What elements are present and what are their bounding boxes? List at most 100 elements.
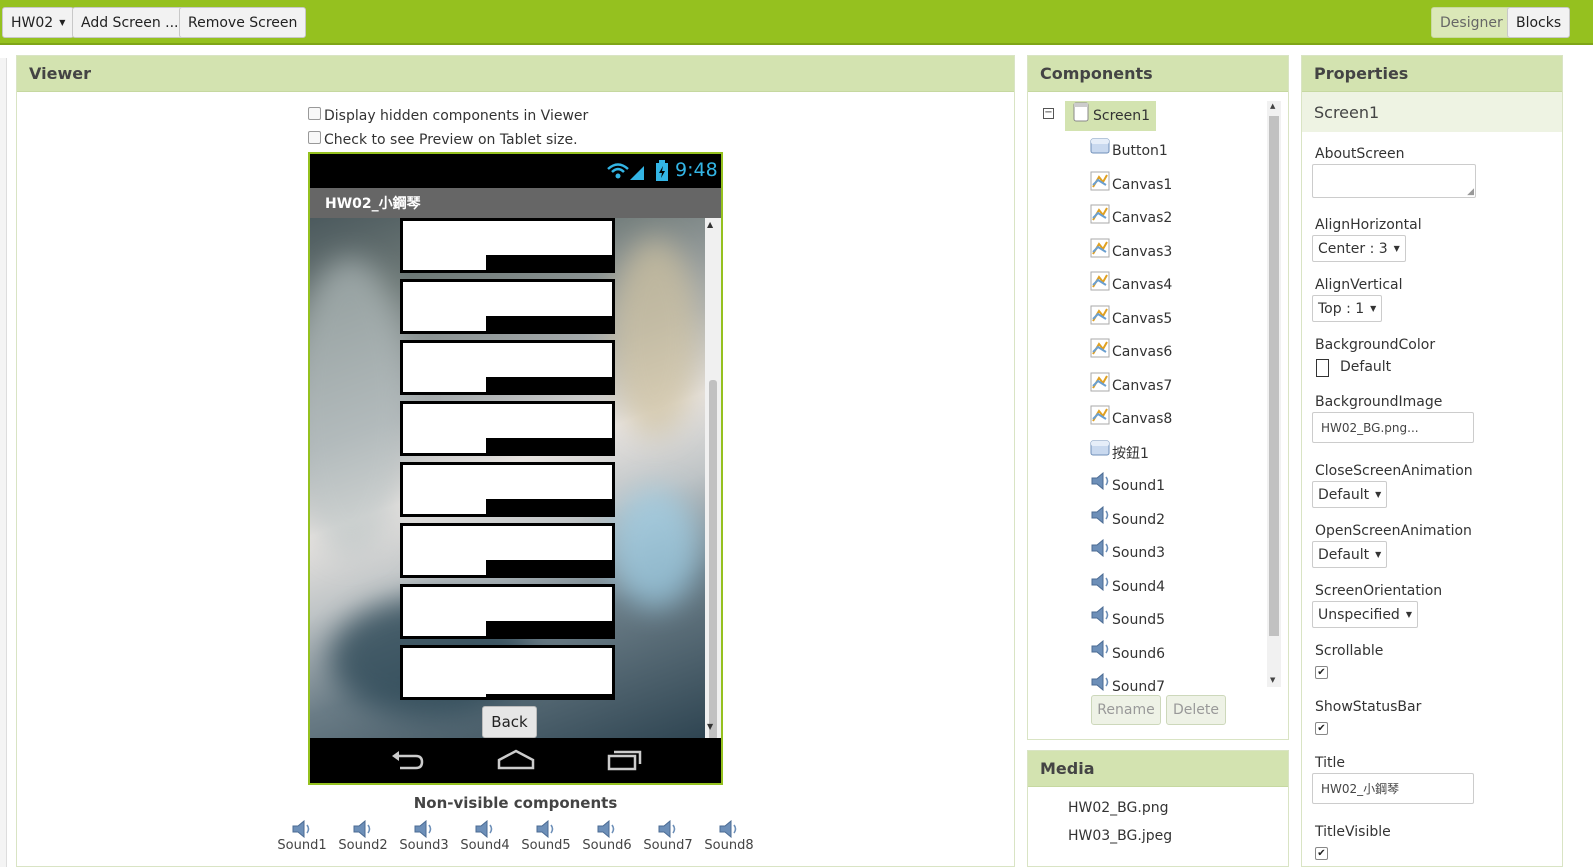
align-horizontal-value: Center : 3 (1318, 240, 1388, 257)
align-vertical-select[interactable]: Top : 1 ▼ (1312, 295, 1383, 322)
piano-key-canvas4[interactable] (400, 401, 615, 456)
open-animation-label: OpenScreenAnimation (1315, 523, 1472, 539)
rename-button[interactable]: Rename (1091, 695, 1161, 725)
nonvisible-sound5[interactable]: Sound5 (516, 820, 576, 853)
sound-icon (292, 820, 310, 838)
button-icon (1090, 439, 1110, 459)
close-animation-select[interactable]: Default ▼ (1312, 481, 1388, 508)
canvas-icon (1090, 305, 1110, 325)
remove-screen-button[interactable]: Remove Screen (179, 7, 307, 38)
screen-select-dropdown[interactable]: HW02 ▼ (2, 7, 75, 38)
screen-orientation-select[interactable]: Unspecified ▼ (1312, 601, 1418, 628)
tablet-preview-checkbox[interactable] (308, 130, 321, 144)
tree-item-canvas6[interactable]: Canvas6 (1090, 338, 1172, 363)
nonvisible-sound3[interactable]: Sound3 (394, 820, 454, 853)
tree-item-label: Sound1 (1112, 478, 1165, 494)
open-animation-select[interactable]: Default ▼ (1312, 541, 1388, 568)
phone-scroll-thumb[interactable] (709, 380, 717, 740)
background-image-field[interactable]: HW02_BG.png... (1312, 412, 1474, 443)
sound-icon (1090, 471, 1110, 492)
title-field[interactable]: HW02_小鋼琴 (1312, 773, 1474, 804)
battery-icon (656, 160, 668, 181)
nonvisible-sound6[interactable]: Sound6 (577, 820, 637, 853)
tree-item-label: Sound6 (1112, 645, 1165, 662)
tree-item-sound6[interactable]: Sound6 (1090, 639, 1165, 665)
canvas-icon (1090, 271, 1110, 291)
nonvisible-sound2[interactable]: Sound2 (333, 820, 393, 853)
tree-item-canvas7[interactable]: Canvas7 (1090, 372, 1173, 397)
title-visible-checkbox[interactable]: ✔ (1315, 847, 1328, 860)
hidden-components-checkbox[interactable] (308, 106, 321, 120)
tree-item-sound1[interactable]: Sound1 (1090, 471, 1165, 497)
background-color-value[interactable]: Default (1340, 359, 1391, 375)
tree-item-canvas8[interactable]: Canvas8 (1090, 405, 1172, 430)
piano-key-canvas6[interactable] (400, 523, 615, 578)
tree-item-label: Sound4 (1112, 578, 1165, 595)
caret-down-icon: ▼ (1375, 550, 1382, 559)
scroll-up-icon[interactable]: ▲ (707, 220, 713, 229)
nonvisible-sound8[interactable]: Sound8 (699, 820, 759, 853)
tree-item-sound3[interactable]: Sound3 (1090, 538, 1165, 564)
nav-recents-icon (607, 750, 642, 771)
scrollable-checkbox[interactable]: ✔ (1315, 666, 1328, 679)
piano-key-canvas5[interactable] (400, 462, 615, 517)
components-header: Components (1028, 56, 1288, 92)
nonvisible-sound7[interactable]: Sound7 (638, 820, 698, 853)
piano-key-canvas8[interactable] (400, 645, 615, 700)
tree-item-sound4[interactable]: Sound4 (1090, 572, 1165, 598)
scroll-down-icon[interactable]: ▼ (707, 722, 713, 731)
tree-item-sound5[interactable]: Sound5 (1090, 605, 1165, 631)
tree-item-label: Sound2 (1112, 511, 1165, 528)
close-animation-label: CloseScreenAnimation (1315, 463, 1473, 479)
signal-icon (607, 163, 644, 180)
tree-item-sound2[interactable]: Sound2 (1090, 505, 1165, 531)
piano-key-canvas2[interactable] (400, 279, 615, 334)
media-file-2[interactable]: HW03_BG.jpeg (1068, 828, 1172, 844)
tree-item-button1[interactable]: Button1 (1090, 138, 1168, 162)
back-button[interactable]: Back (482, 706, 537, 738)
about-screen-textarea[interactable]: ◢ (1312, 164, 1476, 198)
background-color-label: BackgroundColor (1315, 337, 1436, 353)
nonvisible-sound1[interactable]: Sound1 (272, 820, 332, 853)
tree-item-label: Canvas7 (1112, 377, 1173, 394)
tree-item-canvas4[interactable]: Canvas4 (1090, 271, 1172, 296)
sound-icon (1090, 639, 1110, 660)
nonvisible-sound-label: Sound6 (582, 838, 632, 853)
tree-item-canvas3[interactable]: Canvas3 (1090, 238, 1172, 263)
nav-home-icon (497, 749, 535, 770)
nav-back-icon (392, 751, 424, 770)
tree-item-label: 按鈕1 (1112, 445, 1149, 462)
add-screen-button[interactable]: Add Screen ... (72, 7, 188, 38)
sound-icon (1090, 505, 1110, 526)
screen-orientation-value: Unspecified (1318, 606, 1400, 623)
tree-item-按鈕1[interactable]: 按鈕1 (1090, 439, 1149, 464)
align-horizontal-select[interactable]: Center : 3 ▼ (1312, 235, 1406, 262)
show-statusbar-checkbox[interactable]: ✔ (1315, 722, 1328, 735)
tree-item-canvas1[interactable]: Canvas1 (1090, 171, 1172, 196)
sound-icon (658, 820, 676, 838)
piano-key-canvas3[interactable] (400, 340, 615, 395)
components-scroll-up-icon[interactable]: ▲ (1270, 102, 1275, 110)
sound-icon (1090, 605, 1110, 626)
components-scroll-thumb[interactable] (1269, 116, 1279, 636)
components-scroll-down-icon[interactable]: ▼ (1270, 676, 1275, 684)
piano-key-canvas1[interactable] (400, 218, 615, 273)
left-edge-strip (0, 58, 7, 867)
collapse-tree-icon[interactable]: − (1043, 108, 1054, 119)
media-file-1[interactable]: HW02_BG.png (1068, 800, 1169, 816)
show-statusbar-label: ShowStatusBar (1315, 699, 1422, 715)
canvas-icon (1090, 338, 1110, 358)
designer-button[interactable]: Designer (1431, 7, 1512, 38)
components-scrollbar[interactable] (1267, 101, 1281, 687)
sound-icon (1090, 672, 1110, 693)
background-color-swatch[interactable] (1316, 359, 1329, 377)
tree-item-screen1[interactable]: Screen1 (1065, 101, 1157, 131)
blocks-button[interactable]: Blocks (1507, 7, 1571, 38)
delete-button[interactable]: Delete (1166, 695, 1226, 725)
tree-item-canvas2[interactable]: Canvas2 (1090, 204, 1172, 229)
piano-key-canvas7[interactable] (400, 584, 615, 639)
nonvisible-sound-label: Sound8 (704, 838, 754, 853)
nonvisible-sound4[interactable]: Sound4 (455, 820, 515, 853)
tree-item-canvas5[interactable]: Canvas5 (1090, 305, 1172, 330)
phone-nav-bar (310, 738, 721, 783)
